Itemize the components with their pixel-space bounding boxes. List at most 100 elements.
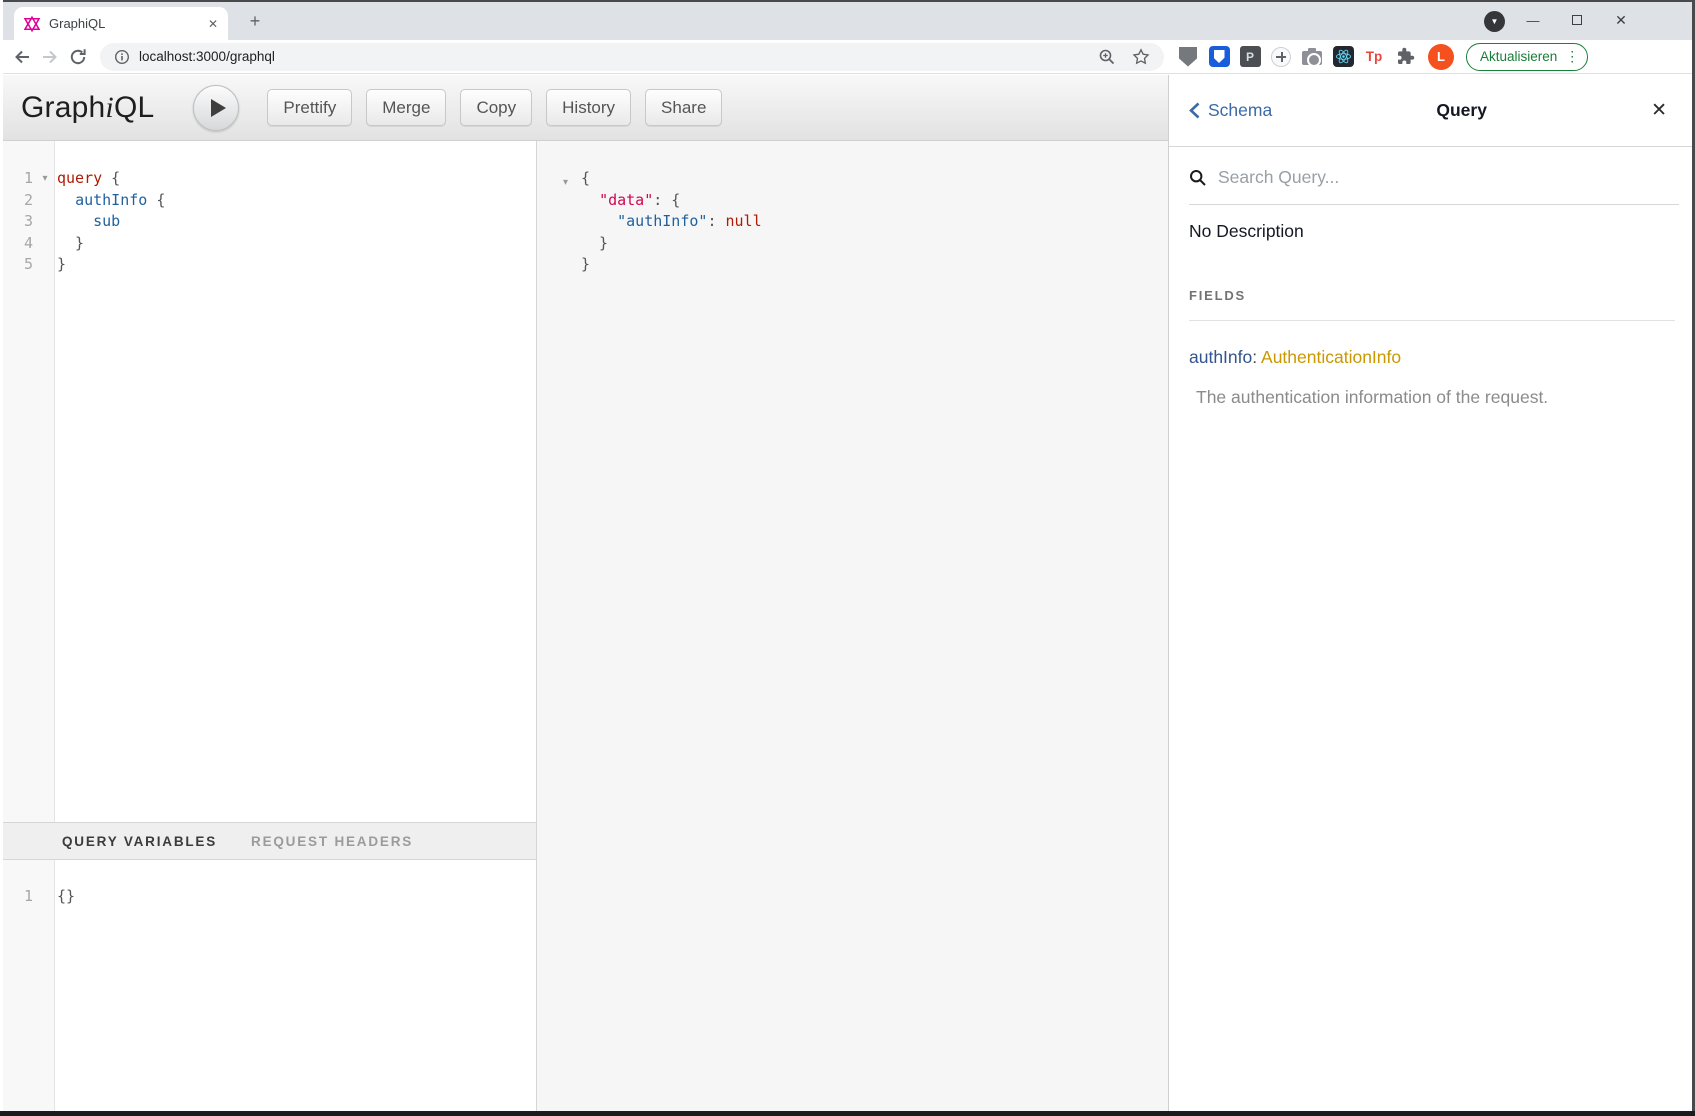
line-number: 3 bbox=[0, 211, 33, 233]
browser-toolbar: localhost:3000/graphql P bbox=[0, 40, 1695, 74]
browser-tab[interactable]: GraphiQL ✕ bbox=[14, 7, 228, 40]
tampermonkey-extension-icon[interactable]: Tp bbox=[1363, 46, 1385, 68]
result-line: { bbox=[581, 168, 1168, 190]
shield-icon bbox=[1179, 47, 1197, 67]
forward-button[interactable] bbox=[36, 43, 64, 71]
puzzle-icon bbox=[1396, 47, 1415, 66]
doc-close-icon[interactable]: ✕ bbox=[1651, 99, 1667, 122]
chevron-left-icon bbox=[1189, 102, 1200, 119]
browser-update-button[interactable]: Aktualisieren ⋮ bbox=[1466, 43, 1588, 71]
doc-search-row bbox=[1189, 147, 1679, 205]
doc-title: Query bbox=[1272, 100, 1651, 121]
line-number: 4 bbox=[0, 233, 33, 255]
query-variables-tab[interactable]: QUERY VARIABLES bbox=[62, 834, 217, 849]
prettify-button[interactable]: Prettify bbox=[267, 89, 352, 126]
tab-title: GraphiQL bbox=[49, 16, 208, 31]
variables-editor[interactable]: 1 {} bbox=[0, 860, 536, 1111]
copy-button[interactable]: Copy bbox=[460, 89, 532, 126]
url-text: localhost:3000/graphql bbox=[139, 49, 1082, 64]
line-number: 1 bbox=[0, 168, 33, 190]
code-line: 3 sub bbox=[0, 211, 536, 233]
reload-icon bbox=[68, 47, 88, 67]
profile-avatar[interactable]: L bbox=[1428, 44, 1454, 70]
editors: 1 ▾ query { 2 authInfo { 3 s bbox=[0, 141, 1168, 1111]
graphiql-toolbar: GraphiQL Prettify Merge Copy History Sha… bbox=[0, 75, 1168, 141]
ublock-origin-extension-icon[interactable] bbox=[1177, 46, 1199, 68]
merge-button[interactable]: Merge bbox=[366, 89, 446, 126]
tab-search-button[interactable]: ▼ bbox=[1484, 11, 1505, 32]
request-headers-tab[interactable]: REQUEST HEADERS bbox=[251, 834, 413, 849]
result-viewer[interactable]: ▾ { "data": { "authInfo": null } bbox=[537, 141, 1168, 1111]
doc-search-input[interactable] bbox=[1218, 167, 1679, 188]
doc-explorer-panel: Schema Query ✕ No Description FIELDS aut… bbox=[1168, 75, 1695, 1111]
play-icon bbox=[211, 99, 226, 117]
type-description: No Description bbox=[1189, 221, 1675, 242]
fields-section-label: FIELDS bbox=[1189, 288, 1675, 303]
site-info-icon[interactable] bbox=[114, 49, 130, 65]
history-button[interactable]: History bbox=[546, 89, 631, 126]
result-line: "data": { bbox=[581, 190, 1168, 212]
fields-divider bbox=[1189, 320, 1675, 321]
doc-explorer-header: Schema Query ✕ bbox=[1169, 75, 1695, 147]
doc-back-link[interactable]: Schema bbox=[1189, 100, 1272, 121]
kebab-menu-icon[interactable]: ⋮ bbox=[1565, 48, 1579, 65]
shield-icon bbox=[1209, 46, 1230, 67]
screenshot-extension-icon[interactable] bbox=[1301, 46, 1323, 68]
line-number: 2 bbox=[0, 190, 33, 212]
bookmark-button[interactable] bbox=[1132, 48, 1150, 66]
star-icon bbox=[1132, 48, 1150, 66]
line-number: 5 bbox=[0, 254, 33, 276]
window-minimize-button[interactable]: — bbox=[1516, 0, 1550, 40]
cross-icon bbox=[1271, 47, 1291, 67]
new-tab-button[interactable]: + bbox=[243, 9, 267, 33]
fold-arrow-icon[interactable]: ▾ bbox=[563, 172, 568, 194]
extensions-menu-button[interactable] bbox=[1394, 46, 1416, 68]
back-button[interactable] bbox=[8, 43, 36, 71]
bitwarden-extension-icon[interactable] bbox=[1208, 46, 1230, 68]
result-line: "authInfo": null bbox=[581, 211, 1168, 233]
code-line: 5 } bbox=[0, 254, 536, 276]
field-row: authInfo: AuthenticationInfo bbox=[1189, 347, 1675, 368]
graphiql-logo: GraphiQL bbox=[21, 91, 154, 125]
doc-back-label: Schema bbox=[1208, 100, 1272, 121]
code-line: 4 } bbox=[0, 233, 536, 255]
forward-icon bbox=[40, 47, 60, 67]
address-bar[interactable]: localhost:3000/graphql bbox=[100, 43, 1164, 71]
field-type-link[interactable]: AuthenticationInfo bbox=[1261, 347, 1401, 367]
execute-query-button[interactable] bbox=[193, 85, 239, 131]
window-maximize-button[interactable] bbox=[1560, 0, 1594, 40]
line-number: 1 bbox=[0, 886, 33, 908]
share-button[interactable]: Share bbox=[645, 89, 722, 126]
tab-strip: GraphiQL ✕ + ▼ — ✕ bbox=[0, 0, 1695, 40]
maximize-icon bbox=[1572, 15, 1582, 25]
doc-body: No Description FIELDS authInfo: Authenti… bbox=[1169, 205, 1695, 408]
back-icon bbox=[12, 47, 32, 67]
code-line: 2 authInfo { bbox=[0, 190, 536, 212]
query-editor[interactable]: 1 ▾ query { 2 authInfo { 3 s bbox=[0, 141, 536, 822]
zoom-button[interactable] bbox=[1098, 48, 1116, 66]
window-frame-left bbox=[0, 0, 3, 1116]
react-devtools-extension-icon[interactable] bbox=[1332, 46, 1354, 68]
graphql-favicon-icon bbox=[24, 16, 40, 32]
code-line: 1 ▾ query { bbox=[0, 168, 536, 190]
window-frame-bottom bbox=[0, 1111, 1695, 1116]
search-icon bbox=[1189, 169, 1207, 187]
field-separator: : bbox=[1252, 347, 1261, 367]
query-pane: 1 ▾ query { 2 authInfo { 3 s bbox=[0, 141, 537, 1111]
window-close-button[interactable]: ✕ bbox=[1604, 0, 1638, 40]
result-line: } bbox=[581, 254, 1168, 276]
field-name-link[interactable]: authInfo bbox=[1189, 347, 1252, 367]
update-label: Aktualisieren bbox=[1480, 49, 1557, 64]
reload-button[interactable] bbox=[64, 43, 92, 71]
move-tool-extension-icon[interactable] bbox=[1270, 46, 1292, 68]
graphiql-app: GraphiQL Prettify Merge Copy History Sha… bbox=[0, 75, 1695, 1111]
zoom-icon bbox=[1098, 48, 1116, 66]
tab-close-icon[interactable]: ✕ bbox=[208, 17, 218, 31]
p-extension-icon[interactable]: P bbox=[1239, 46, 1261, 68]
atom-icon bbox=[1333, 46, 1354, 67]
fold-arrow-icon[interactable]: ▾ bbox=[33, 168, 57, 190]
variables-title-bar: QUERY VARIABLES REQUEST HEADERS bbox=[0, 822, 536, 860]
camera-icon bbox=[1302, 51, 1322, 65]
browser-window: GraphiQL ✕ + ▼ — ✕ bbox=[0, 0, 1695, 1116]
editor-section: GraphiQL Prettify Merge Copy History Sha… bbox=[0, 75, 1168, 1111]
